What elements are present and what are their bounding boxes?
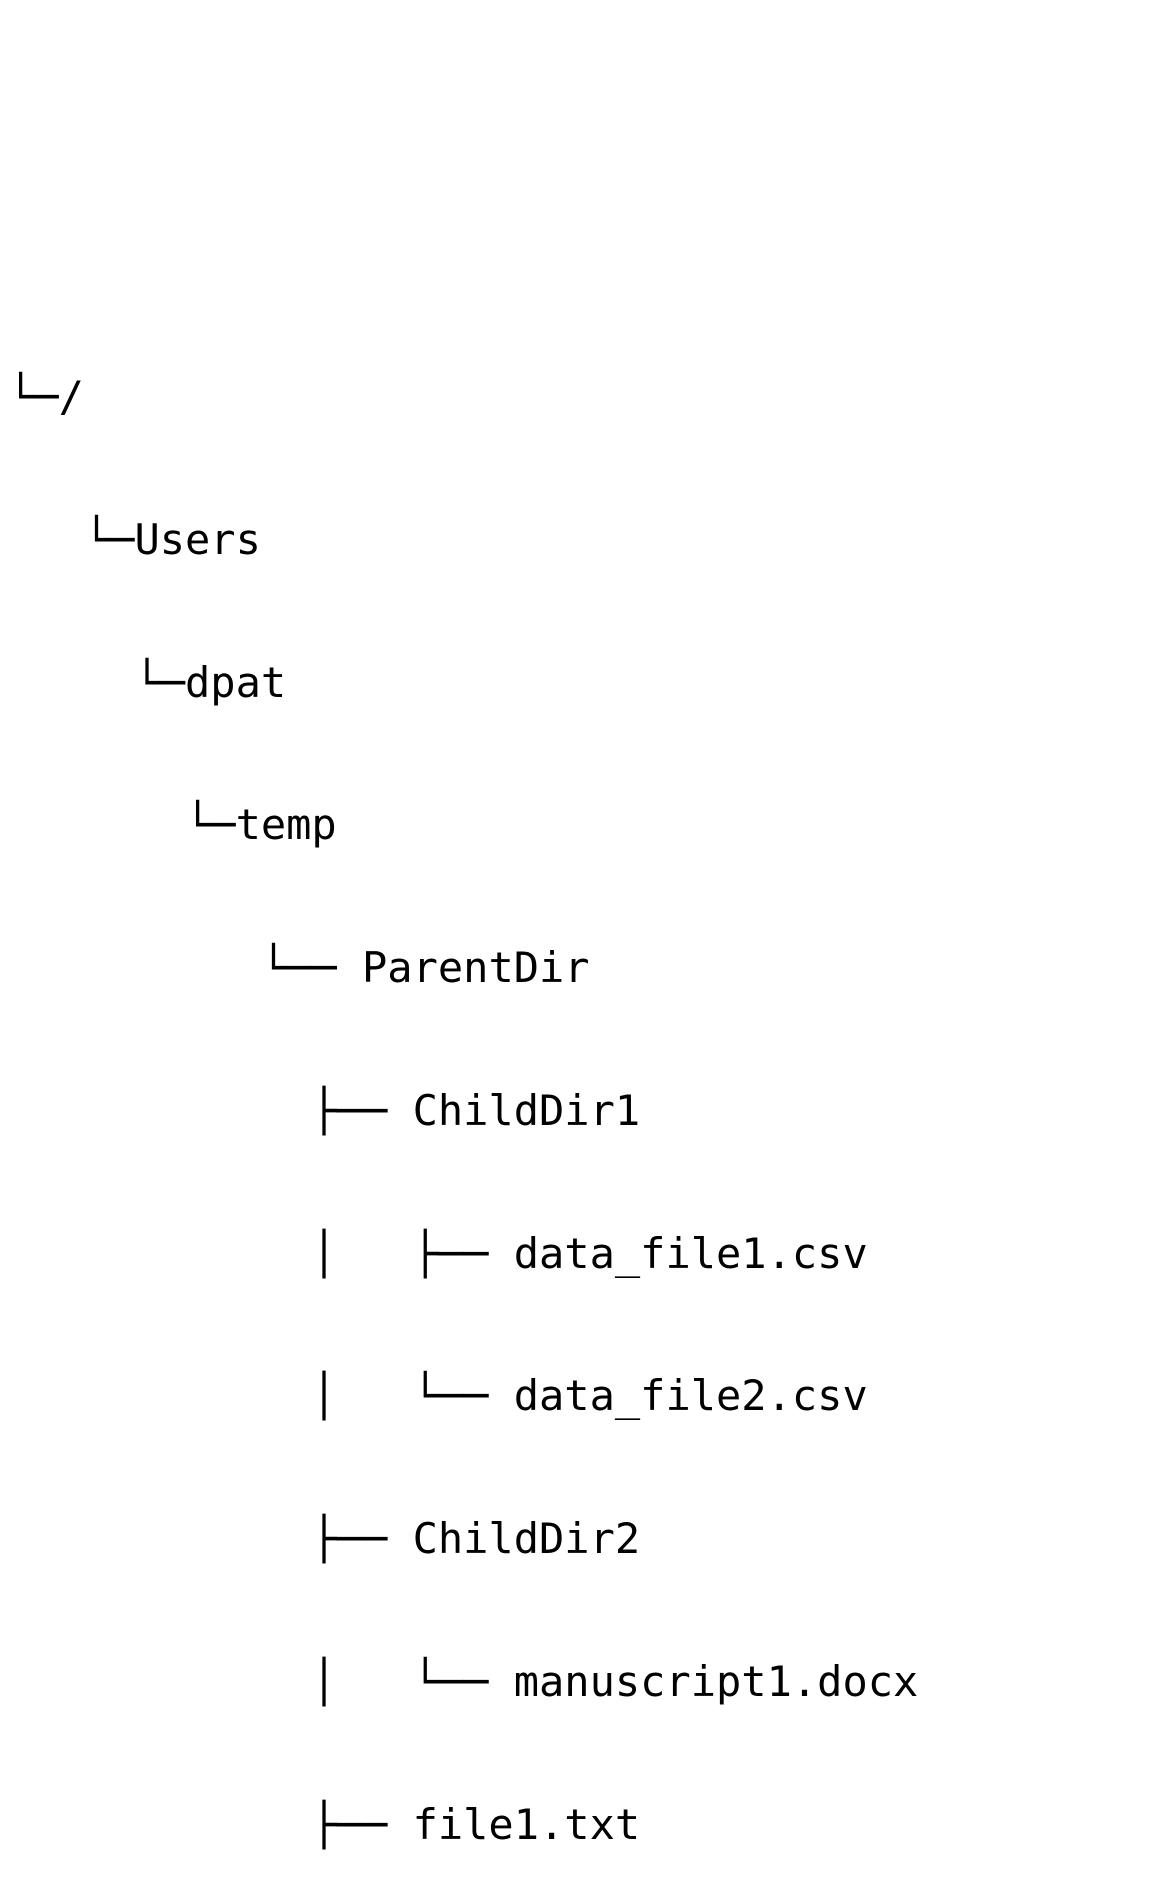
tree-prefix: │ └── [8,1371,514,1420]
tree-node-dir: ParentDir [362,943,590,992]
directory-tree: └─/ └─Users └─dpat └─temp └── ParentDir … [0,286,1158,1904]
tree-prefix: └── [8,943,362,992]
tree-row: │ └── manuscript1.docx [8,1646,1158,1717]
tree-node-file: file1.txt [413,1800,641,1849]
tree-row: ├── ChildDir1 [8,1075,1158,1146]
tree-prefix: │ ├── [8,1229,514,1278]
tree-prefix: ├── [8,1800,413,1849]
tree-node-file: data_file2.csv [514,1371,868,1420]
tree-row: │ ├── data_file1.csv [8,1218,1158,1289]
tree-row: │ └── data_file2.csv [8,1360,1158,1431]
tree-prefix: ├── [8,1514,413,1563]
tree-prefix: └─ [8,372,59,421]
tree-row: ├── ChildDir2 [8,1503,1158,1574]
tree-row: └─temp [8,789,1158,860]
tree-row: ├── file1.txt [8,1789,1158,1860]
tree-prefix: └─ [8,658,185,707]
tree-node-root: / [59,372,84,421]
tree-row: └─dpat [8,647,1158,718]
tree-node-file: manuscript1.docx [514,1657,919,1706]
tree-row: └── ParentDir [8,932,1158,1003]
tree-node-dir: Users [134,515,260,564]
tree-row: └─/ [8,361,1158,432]
tree-node-dir: ChildDir2 [413,1514,641,1563]
tree-node-dir: dpat [185,658,286,707]
tree-row: └─Users [8,504,1158,575]
tree-node-file: data_file1.csv [514,1229,868,1278]
tree-prefix: └─ [8,515,134,564]
tree-prefix: │ └── [8,1657,514,1706]
tree-prefix: ├── [8,1086,413,1135]
tree-node-dir: temp [236,800,337,849]
tree-prefix: └─ [8,800,236,849]
tree-node-dir: ChildDir1 [413,1086,641,1135]
